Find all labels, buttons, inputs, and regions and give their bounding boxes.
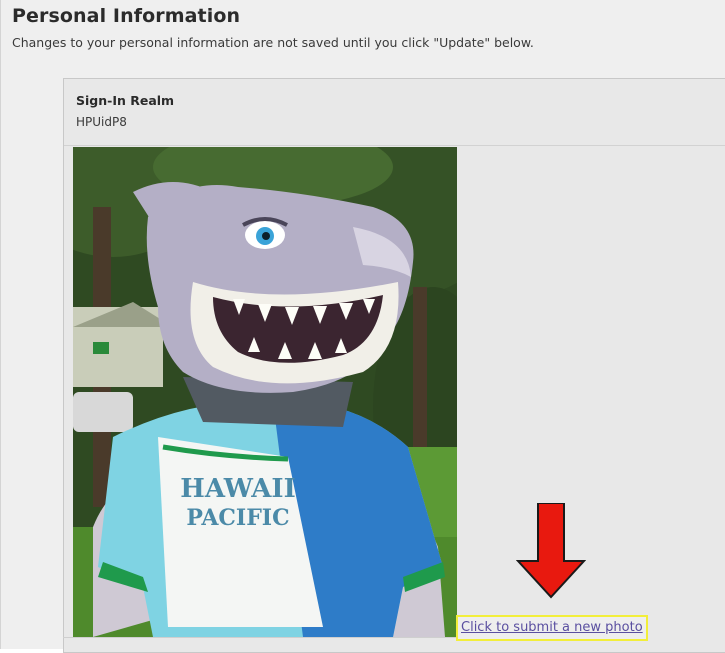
jersey-text-hawaii: HAWAII (180, 474, 295, 504)
jersey-text-pacific: PACIFIC (186, 505, 289, 531)
personal-information-page: Personal Information Changes to your per… (0, 0, 725, 653)
sign-in-realm-value: HPUidP8 (76, 115, 127, 129)
panel-divider (64, 145, 725, 146)
photo-panel: Sign-In Realm HPUidP8 HAWAII PACIFIC (63, 78, 725, 653)
submit-new-photo-link[interactable]: Click to submit a new photo (456, 615, 648, 641)
panel-bottom-divider (63, 637, 463, 638)
sign-in-realm-label: Sign-In Realm (76, 93, 175, 108)
page-title: Personal Information (12, 5, 241, 27)
red-arrow-down-icon (516, 503, 586, 599)
page-subtitle: Changes to your personal information are… (12, 35, 534, 50)
profile-photo: HAWAII PACIFIC (73, 147, 457, 637)
